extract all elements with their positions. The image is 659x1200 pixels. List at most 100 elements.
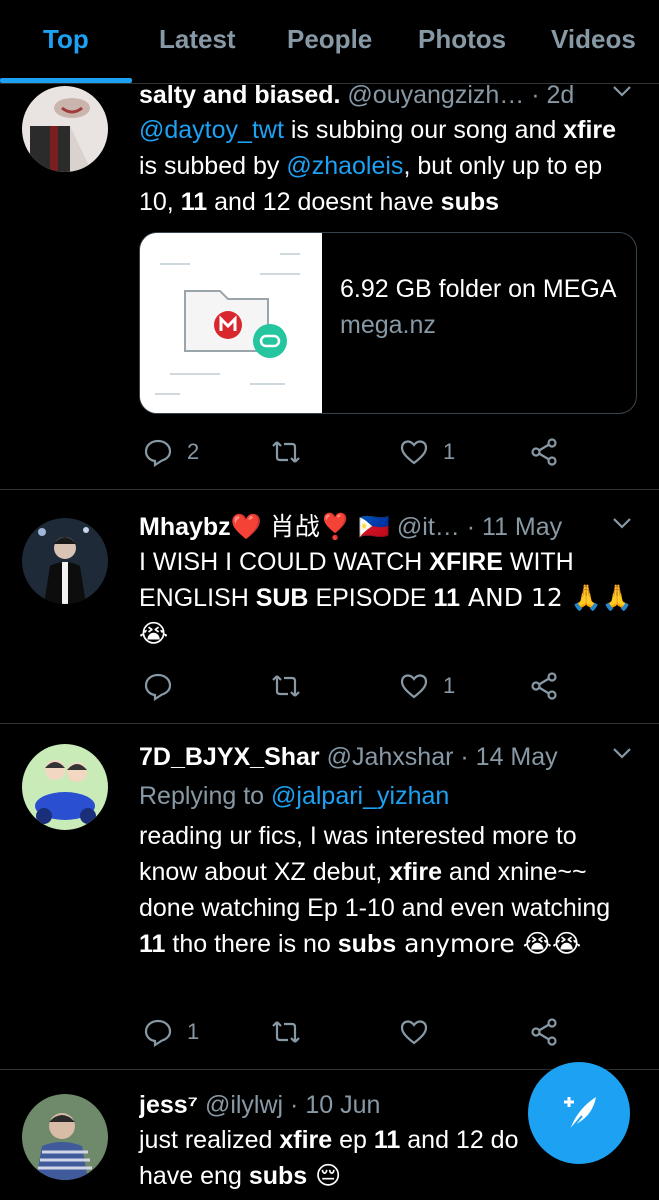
like-icon [400,674,428,699]
chevron-down-icon[interactable] [611,742,633,770]
text-span: I WISH I COULD WATCH [139,548,430,576]
highlight: SUB [255,584,309,612]
tab-top[interactable]: Top [43,24,89,55]
tweet-text: reading ur fics, I was interested more t… [139,818,635,962]
compose-tweet-button[interactable] [528,1062,630,1164]
card-title: 6.92 GB folder on MEGA [340,275,617,303]
tab-photos[interactable]: Photos [418,24,506,55]
timestamp[interactable]: · 10 Jun [290,1091,380,1119]
handle[interactable]: @it… [397,513,460,541]
tweet-actions: 2 1 [139,434,635,470]
mention-link[interactable]: @zhaoleis [286,152,403,180]
text-span: 😔 [307,1161,342,1190]
tweet-actions: 1 [139,1014,635,1050]
display-name[interactable]: 7D_BJYX_Shar [139,743,320,771]
highlight: xfire [389,858,442,886]
retweet-button[interactable] [271,434,315,470]
handle[interactable]: @Jahxshar [327,743,454,771]
text-span: just realized [139,1126,280,1154]
tweet[interactable]: salty and biased. @ouyangzizh… · 2d @day… [0,81,659,490]
highlight: 11 [373,1126,401,1154]
display-name[interactable]: Mhaybz [139,513,231,541]
avatar[interactable] [22,1094,108,1180]
highlight: XFIRE [429,548,503,576]
share-icon [531,672,557,700]
share-button[interactable] [529,1014,559,1050]
tweet-text: I WISH I COULD WATCH XFIRE WITH ENGLISH … [139,544,635,652]
retweet-button[interactable] [271,1014,315,1050]
highlight: 11 [139,930,166,958]
text-span: anymore 😭😭 [396,929,582,958]
text-span: is subbing our song and [283,116,564,144]
tweet-actions: 1 [139,668,635,704]
text-line: just realized xfire ep 11 and 12 do [139,1122,549,1158]
highlight: 11 [180,188,208,216]
card-domain: mega.nz [340,311,436,339]
name-emoji: ❤️ 肖战❣️ 🇵🇭 [230,512,390,541]
share-icon [531,1018,557,1046]
tweet[interactable]: Mhaybz❤️ 肖战❣️ 🇵🇭 @it… · 11 May I WISH I … [0,490,659,724]
avatar[interactable] [22,86,108,172]
like-count: 1 [443,673,456,698]
tweet-text: @daytoy_twt is subbing our song and xfir… [139,112,635,220]
share-button[interactable] [529,668,559,704]
like-button[interactable] [399,1014,443,1050]
highlight: subs [337,930,397,958]
highlight: subs [440,188,500,216]
timestamp[interactable]: · 11 May [467,513,562,541]
search-tabs: Top Latest People Photos Videos [0,0,659,84]
display-name[interactable]: jess⁷ [139,1091,198,1119]
reply-icon [144,1019,172,1047]
retweet-icon [272,675,300,697]
avatar[interactable] [22,518,108,604]
text-span: EPISODE [308,584,434,612]
tab-people[interactable]: People [287,24,372,55]
reply-button[interactable] [143,668,187,704]
reply-count: 2 [187,439,200,464]
text-span: and 12 doesnt have [207,188,441,216]
link-card[interactable]: 6.92 GB folder on MEGA mega.nz [139,232,637,414]
highlight: xfire [563,116,617,144]
reply-button[interactable]: 2 [143,434,199,470]
text-span: ep [332,1126,374,1154]
text-span: and 12 do [400,1126,519,1154]
tweet-header: Mhaybz❤️ 肖战❣️ 🇵🇭 @it… · 11 May [139,512,599,542]
tab-latest[interactable]: Latest [159,24,236,55]
chevron-down-icon[interactable] [611,512,633,540]
tab-videos[interactable]: Videos [551,24,636,55]
tweet-text: just realized xfire ep 11 and 12 do have… [139,1122,549,1194]
chevron-down-icon[interactable] [611,80,633,108]
tweet-header: salty and biased. @ouyangzizh… · 2d [139,80,599,110]
share-icon [531,438,557,466]
highlight: subs [248,1162,308,1190]
avatar[interactable] [22,744,108,830]
compose-icon [564,1097,596,1131]
reply-icon [144,439,172,467]
like-button[interactable]: 1 [399,668,455,704]
handle[interactable]: @ouyangzizh… [347,81,524,109]
display-name[interactable]: salty and biased. [139,81,340,109]
replying-to: Replying to @jalpari_yizhan [139,782,449,811]
card-text: 6.92 GB folder on MEGA mega.nz [340,271,620,343]
like-icon [400,1020,428,1045]
mega-folder-icon [140,233,322,413]
text-span: is subbed by [139,152,287,180]
mention-link[interactable]: @jalpari_yizhan [271,782,449,810]
highlight: 11 [433,584,460,612]
text-span: tho there is no [165,930,338,958]
highlight: xfire [279,1126,333,1154]
timestamp[interactable]: · 14 May [460,743,557,771]
tweet[interactable]: 7D_BJYX_Shar @Jahxshar · 14 May Replying… [0,724,659,1070]
retweet-button[interactable] [271,668,315,704]
handle[interactable]: @ilylwj [205,1091,283,1119]
tweet-header: 7D_BJYX_Shar @Jahxshar · 14 May [139,742,599,772]
mention-link[interactable]: @daytoy_twt [139,116,284,144]
like-button[interactable]: 1 [399,434,455,470]
share-button[interactable] [529,434,559,470]
reply-button[interactable]: 1 [143,1014,199,1050]
text-span: have eng [139,1162,249,1190]
like-count: 1 [443,439,456,464]
retweet-icon [272,441,300,463]
timestamp[interactable]: · 2d [531,81,574,109]
reply-count: 1 [187,1019,200,1044]
